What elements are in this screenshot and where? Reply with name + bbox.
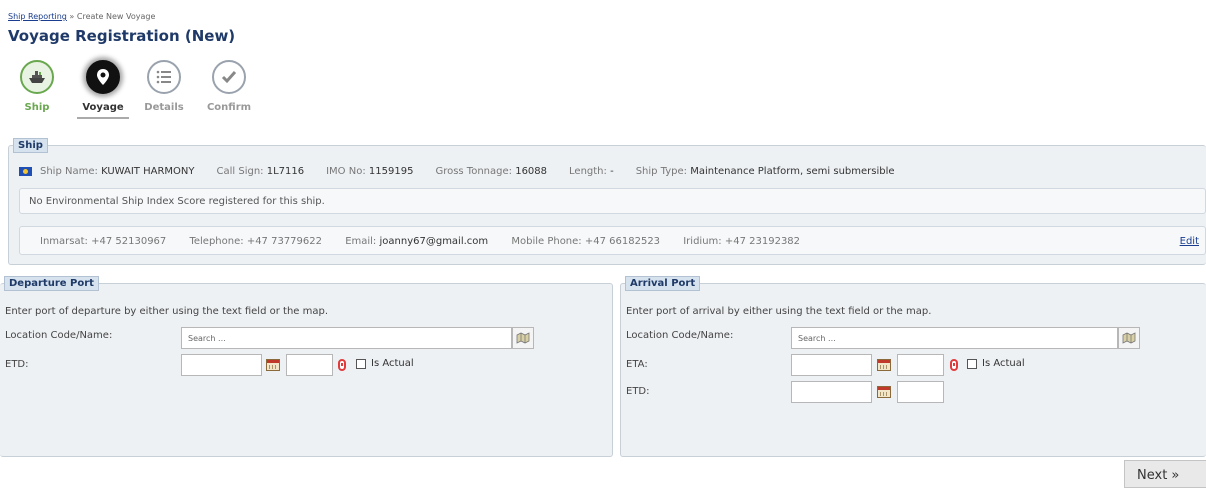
step-details-circle [147, 60, 181, 94]
gross-tonnage-value: 16088 [515, 166, 548, 177]
arrival-location-label: Location Code/Name: [626, 330, 734, 341]
departure-location-search-input[interactable] [181, 327, 512, 349]
map-icon [516, 332, 530, 344]
ship-icon [29, 71, 45, 83]
esi-note: No Environmental Ship Index Score regist… [29, 196, 325, 207]
arrival-port-legend: Arrival Port [625, 276, 701, 291]
checkmark-icon [221, 71, 237, 84]
arrival-location-search-input[interactable] [791, 327, 1118, 349]
ship-type-label: Ship Type: [635, 166, 688, 177]
step-voyage-label: Voyage [82, 102, 124, 113]
ship-panel: Ship Ship Name: KUWAIT HARMONY Call Sign:… [8, 138, 1206, 265]
step-voyage-circle [86, 60, 120, 94]
step-details-label: Details [144, 102, 184, 113]
next-button[interactable]: Next » [1124, 460, 1206, 488]
list-icon [156, 70, 171, 84]
ship-name-value: KUWAIT HARMONY [101, 166, 195, 177]
arrival-eta-clock-icon[interactable] [950, 359, 958, 371]
breadcrumb: Ship Reporting » Create New Voyage [8, 12, 155, 21]
email-label: Email: [345, 236, 377, 247]
departure-is-actual-label: Is Actual [371, 358, 414, 369]
length-value: - [610, 166, 614, 177]
arrival-etd-date-input[interactable] [791, 381, 872, 403]
length-label: Length: [569, 166, 607, 177]
contact-info-box: Inmarsat: +47 52130967 Telephone: +47 73… [19, 226, 1206, 255]
departure-etd-calendar-icon[interactable] [266, 359, 280, 371]
step-voyage[interactable]: Voyage [73, 60, 133, 119]
step-ship[interactable]: Ship [7, 60, 67, 113]
step-details[interactable]: Details [134, 60, 194, 113]
departure-etd-time-input[interactable] [286, 354, 333, 376]
step-ship-circle [20, 60, 54, 94]
departure-intro: Enter port of departure by either using … [5, 306, 329, 317]
arrival-eta-label: ETA: [626, 359, 648, 370]
arrival-is-actual-checkbox[interactable] [967, 359, 977, 369]
iridium-value: +47 23192382 [724, 236, 801, 247]
gross-tonnage-label: Gross Tonnage: [435, 166, 513, 177]
departure-etd-clock-icon[interactable] [338, 359, 346, 371]
arrival-intro: Enter port of arrival by either using th… [626, 306, 932, 317]
imo-value: 1159195 [368, 166, 414, 177]
departure-port-panel: Departure Port Enter port of departure b… [0, 276, 613, 457]
location-pin-icon [97, 69, 109, 85]
departure-location-label: Location Code/Name: [5, 330, 113, 341]
arrival-eta-date-input[interactable] [791, 354, 872, 376]
edit-contacts-link[interactable]: Edit [1180, 236, 1199, 247]
telephone-value: +47 73779622 [246, 236, 322, 247]
active-step-underline [77, 117, 129, 119]
mobile-value: +47 66182523 [584, 236, 661, 247]
step-confirm[interactable]: Confirm [199, 60, 259, 113]
ship-name-label: Ship Name: [40, 166, 98, 177]
arrival-is-actual-label: Is Actual [982, 358, 1025, 369]
arrival-etd-time-input[interactable] [897, 381, 944, 403]
breadcrumb-separator: » [66, 12, 77, 21]
iridium-label: Iridium: [683, 236, 722, 247]
step-confirm-label: Confirm [206, 102, 252, 113]
step-confirm-circle [212, 60, 246, 94]
departure-map-button[interactable] [512, 327, 534, 349]
departure-etd-label: ETD: [5, 359, 29, 370]
email-value: joanny67@gmail.com [379, 236, 489, 247]
esi-note-box: No Environmental Ship Index Score regist… [19, 188, 1206, 214]
ship-info-row: Ship Name: KUWAIT HARMONY Call Sign: 1L71… [19, 166, 917, 177]
page-title: Voyage Registration (New) [8, 27, 236, 45]
call-sign-value: 1L7116 [266, 166, 305, 177]
departure-etd-date-input[interactable] [181, 354, 262, 376]
imo-label: IMO No: [326, 166, 366, 177]
map-icon [1122, 332, 1136, 344]
departure-is-actual-checkbox[interactable] [356, 359, 366, 369]
step-ship-label: Ship [24, 102, 50, 113]
arrival-etd-label: ETD: [626, 386, 650, 397]
telephone-label: Telephone: [189, 236, 244, 247]
breadcrumb-current: Create New Voyage [76, 12, 156, 21]
breadcrumb-link-ship-reporting[interactable]: Ship Reporting [8, 12, 67, 21]
arrival-eta-time-input[interactable] [897, 354, 944, 376]
ship-legend: Ship [13, 138, 48, 153]
inmarsat-label: Inmarsat: [40, 236, 88, 247]
arrival-map-button[interactable] [1118, 327, 1140, 349]
arrival-port-panel: Arrival Port Enter port of arrival by ei… [620, 276, 1206, 457]
flag-icon [19, 166, 32, 176]
ship-type-value: Maintenance Platform, semi submersible [690, 166, 895, 177]
inmarsat-value: +47 52130967 [91, 236, 167, 247]
arrival-etd-calendar-icon[interactable] [877, 386, 891, 398]
departure-port-legend: Departure Port [4, 276, 99, 291]
call-sign-label: Call Sign: [216, 166, 264, 177]
mobile-label: Mobile Phone: [511, 236, 582, 247]
arrival-eta-calendar-icon[interactable] [877, 359, 891, 371]
